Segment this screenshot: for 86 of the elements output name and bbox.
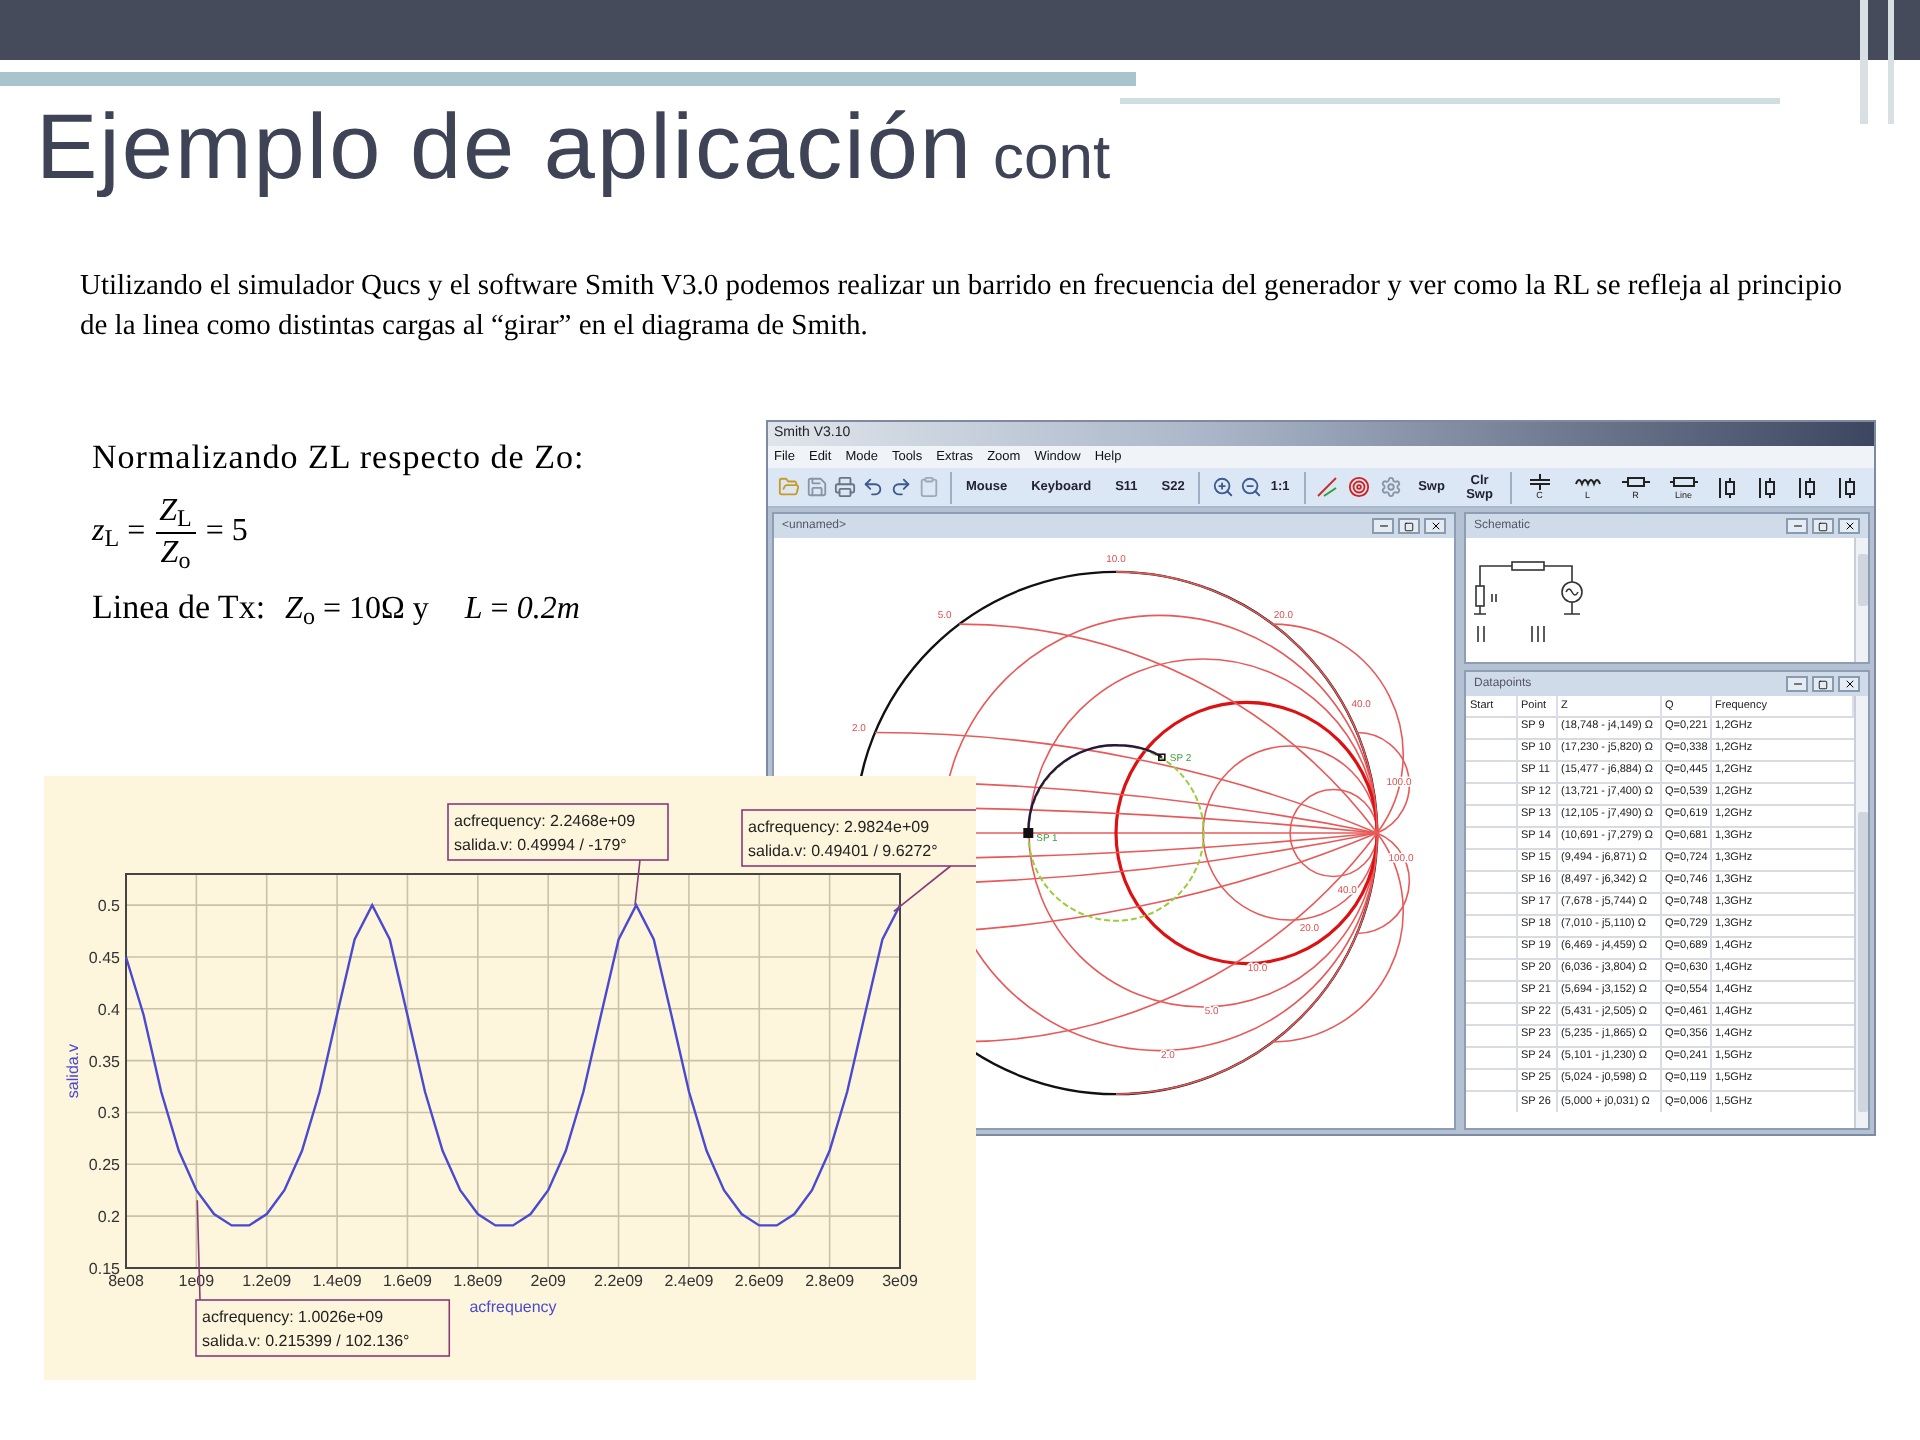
axis-tick-label: 2.4e09: [664, 1272, 714, 1290]
annotation-text: acfrequency: 2.2468e+09: [454, 812, 636, 830]
axis-tick-label: 1.2e09: [242, 1272, 292, 1290]
impedance-trace: [1027, 744, 1163, 834]
leader-line: [893, 865, 952, 913]
printer-button[interactable]: [830, 471, 858, 503]
axis-tick-label: 0.45: [88, 948, 120, 967]
zoom-out-icon: [1239, 476, 1262, 498]
fraction-numerator: Z$_{L}$: [155, 491, 196, 533]
component-symbol-icon: [1525, 474, 1554, 490]
fraction-denominator: Z$_{o}$: [160, 533, 191, 573]
axis-title: salida.v: [64, 1043, 82, 1099]
target-button[interactable]: [1345, 471, 1374, 503]
axis-title: acfrequency: [469, 1298, 557, 1316]
axis-tick-label: 0.5: [97, 897, 120, 916]
printer-icon: [833, 476, 855, 498]
maximize-icon: [1818, 521, 1828, 531]
formula-heading: Normalizando ZL respecto de Zo:: [92, 436, 585, 480]
minimize-button[interactable]: [1786, 518, 1808, 534]
intro-paragraph: Utilizando el simulador Qucs y el software Smith V3.0 podemos realizar un barrido en frecuencia del generador y ver como la RL se refleja al principio de la linea como distintas cargas al “girar” en el diagrama de Smith.: [80, 268, 1844, 346]
maximize-button[interactable]: [1812, 518, 1834, 534]
point-marker: [1158, 753, 1166, 762]
redo-icon: [889, 476, 911, 498]
zoom-in-icon: [1211, 476, 1234, 498]
scrollbar[interactable]: [1854, 538, 1868, 662]
header-rule: [1888, 0, 1894, 124]
axis-tick-label: 0.25: [88, 1156, 120, 1175]
maximize-icon: [1818, 679, 1828, 689]
close-icon: [1429, 520, 1441, 532]
axis-tick-label: 1.8e09: [453, 1272, 503, 1290]
diagonal-line-icon: [1316, 476, 1339, 498]
close-icon: [1843, 520, 1855, 532]
close-button[interactable]: [1424, 518, 1446, 534]
close-button[interactable]: [1838, 518, 1860, 534]
minimize-icon: [1377, 520, 1389, 532]
formula-text: L = 0.2m: [464, 589, 580, 629]
component-symbol-icon: [1621, 474, 1650, 490]
title-suffix: cont: [993, 120, 1111, 196]
maximize-icon: [1404, 521, 1414, 531]
slide-title: Ejemplo de aplicación: [36, 92, 973, 202]
minimize-button[interactable]: [1786, 676, 1808, 692]
target-icon: [1348, 476, 1371, 498]
close-icon: [1843, 678, 1855, 690]
axis-tick-label: 0.2: [97, 1208, 120, 1227]
axis-tick-label: 8e08: [108, 1272, 144, 1290]
axis-tick-label: 0.3: [97, 1104, 120, 1123]
annotation-text: salida.v: 0.49401 / 9.6272°: [748, 842, 938, 860]
toolbar-button[interactable]: [1313, 471, 1342, 503]
axis-tick-label: 1.6e09: [383, 1272, 432, 1290]
close-button[interactable]: [1838, 676, 1860, 692]
formula-label: Linea de Tx:: [92, 585, 266, 629]
leader-line: [634, 859, 641, 906]
axis-tick-label: 2.6e09: [734, 1272, 784, 1290]
axis-tick-label: 1.4e09: [312, 1272, 362, 1290]
axis-tick-label: 0.15: [88, 1260, 120, 1278]
axis-tick-label: 2e09: [530, 1272, 566, 1290]
axis-tick-label: 2.2e09: [594, 1272, 643, 1290]
axis-tick-label: 3e09: [882, 1272, 918, 1290]
axis-tick-label: 2.8e09: [805, 1272, 855, 1290]
annotation-text: acfrequency: 1.0026e+09: [202, 1308, 384, 1326]
undo-icon: [861, 476, 883, 498]
point-marker: [1023, 828, 1034, 838]
component-symbol-icon: [1755, 475, 1780, 499]
formula-text: = 5: [205, 512, 248, 552]
maximize-button[interactable]: [1812, 676, 1834, 692]
scrollbar[interactable]: [1854, 696, 1868, 1128]
annotation-text: acfrequency: 2.9824e+09: [748, 818, 930, 836]
component-symbol-icon: [1573, 474, 1602, 490]
axis-tick-label: 0.4: [97, 1000, 120, 1019]
formula-text: Z$_{o}$ = 10Ω y: [285, 589, 429, 633]
component-symbol-icon: [1715, 475, 1740, 499]
save-icon: [805, 476, 827, 498]
annotation-text: salida.v: 0.215399 / 102.136°: [202, 1332, 410, 1350]
formula-text: z$_{L}$ =: [92, 512, 146, 556]
component-symbol-icon: [1835, 475, 1860, 499]
minimize-icon: [1791, 520, 1803, 532]
folder-icon: [777, 476, 799, 498]
component-symbol-icon: [1795, 475, 1820, 499]
annotation-text: salida.v: 0.49994 / -179°: [454, 836, 627, 854]
maximize-button[interactable]: [1398, 518, 1420, 534]
component-symbol-icon: [1669, 474, 1698, 490]
settings-icon: [1380, 476, 1403, 498]
minimize-button[interactable]: [1372, 518, 1394, 534]
clipboard-icon: [917, 476, 939, 498]
axis-tick-label: 0.35: [88, 1052, 120, 1071]
minimize-icon: [1791, 678, 1803, 690]
